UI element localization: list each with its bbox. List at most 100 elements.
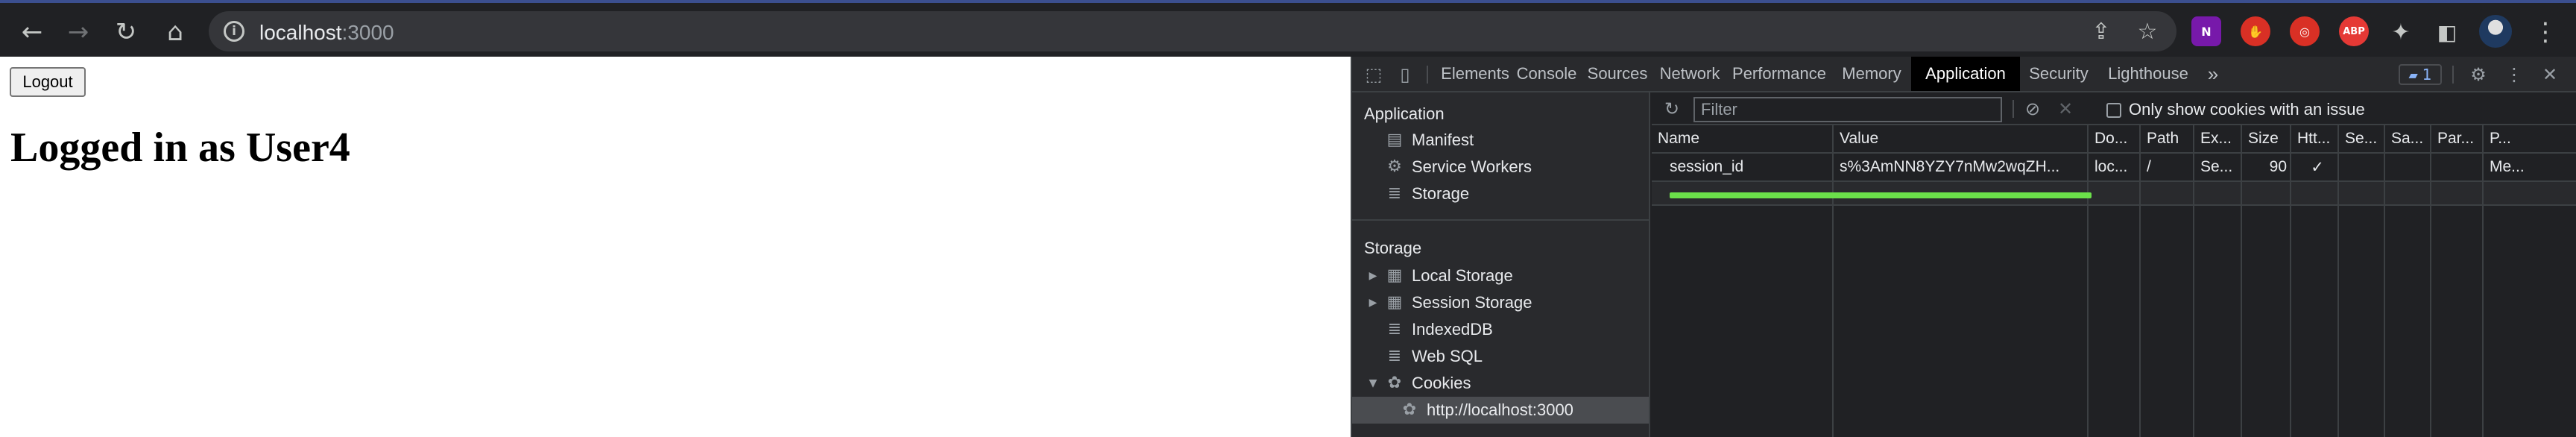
tabbar-separator	[1427, 66, 1428, 84]
home-icon: ⌂	[167, 17, 183, 47]
site-info-icon[interactable]: i	[224, 21, 244, 42]
gear-icon: ⚙	[1387, 157, 1402, 176]
column-header-domain[interactable]: Do...	[2089, 125, 2139, 152]
column-header-size[interactable]: Size	[2242, 125, 2290, 152]
cookie-value-cell[interactable]: s%3AmNN8YZY7nMw2wqZH...	[1834, 154, 2087, 180]
forward-button[interactable]: →	[60, 13, 97, 51]
tab-lighthouse[interactable]: Lighthouse	[2097, 57, 2199, 91]
close-icon[interactable]: ✕	[2539, 63, 2561, 86]
message-icon: ▰	[2408, 67, 2418, 82]
avatar[interactable]	[2479, 15, 2512, 48]
more-tabs-button[interactable]: »	[2202, 57, 2224, 91]
sidebar-item-label: Service Workers	[1412, 157, 1532, 176]
sidebar-item-cookie-origin[interactable]: ✿ http://localhost:3000	[1352, 397, 1649, 424]
refresh-icon[interactable]: ↻	[1661, 98, 1683, 120]
tab-application[interactable]: Application	[1911, 57, 2020, 91]
extensions-puzzle-icon[interactable]: ✦	[2382, 13, 2419, 51]
gear-icon[interactable]: ⚙	[2467, 63, 2490, 86]
tab-elements[interactable]: Elements	[1439, 57, 1512, 91]
column-header-partition-key[interactable]: Par...	[2431, 125, 2482, 152]
expand-arrow-icon[interactable]: ▶	[1367, 268, 1379, 283]
sidebar-item-indexeddb[interactable]: ≣ IndexedDB	[1352, 316, 1649, 343]
side-panel-icon[interactable]: ◧	[2428, 13, 2466, 51]
row-divider	[1652, 204, 2576, 206]
star-icon[interactable]: ☆	[2133, 17, 2162, 45]
sidebar-item-label: Session Storage	[1412, 293, 1532, 312]
chrome-menu-icon[interactable]: ⋮	[2527, 13, 2564, 51]
sidebar-item-web-sql[interactable]: ≣ Web SQL	[1352, 343, 1649, 370]
stop-extension-icon[interactable]: ✋	[2241, 16, 2270, 46]
web-page: Logout Logged in as User4	[0, 57, 1351, 437]
sidebar-item-manifest[interactable]: ▤ Manifest	[1352, 127, 1649, 154]
highlight-annotation-bar	[1670, 192, 2092, 198]
sidebar-item-session-storage[interactable]: ▶ ▦ Session Storage	[1352, 289, 1649, 316]
back-button[interactable]: ←	[13, 13, 51, 51]
reload-icon: ↻	[115, 17, 137, 47]
tab-network[interactable]: Network	[1653, 57, 1726, 91]
browser-toolbar: ← → ↻ ⌂ i localhost:3000 ⇪ ☆ N ✋ ◎ ABP ✦…	[0, 0, 2576, 57]
cookie-priority-cell[interactable]: Me...	[2484, 154, 2533, 180]
filter-input[interactable]: Filter	[1693, 97, 2002, 122]
address-bar[interactable]: i localhost:3000 ⇪ ☆	[209, 11, 2176, 51]
tab-memory[interactable]: Memory	[1832, 57, 1911, 91]
logout-button[interactable]: Logout	[10, 67, 86, 97]
column-header-expires[interactable]: Ex...	[2194, 125, 2241, 152]
column-header-value[interactable]: Value	[1834, 125, 2087, 152]
clear-filtered-icon[interactable]: ⊘	[2021, 98, 2044, 120]
filter-placeholder: Filter	[1701, 100, 1737, 119]
inspect-element-icon[interactable]: ⬚	[1363, 63, 1385, 86]
column-header-path[interactable]: Path	[2141, 125, 2193, 152]
tab-sources[interactable]: Sources	[1582, 57, 1653, 91]
column-header-secure[interactable]: Se...	[2339, 125, 2384, 152]
cookie-samesite-cell[interactable]	[2385, 154, 2430, 180]
sidebar-item-storage[interactable]: ≣ Storage	[1352, 180, 1649, 207]
cookie-name-cell[interactable]: session_id	[1664, 154, 1832, 180]
kebab-menu-icon[interactable]: ⋮	[2503, 63, 2525, 86]
url-text[interactable]: localhost:3000	[259, 21, 394, 45]
tab-security[interactable]: Security	[2020, 57, 2097, 91]
cookie-icon: ✿	[1387, 373, 1402, 392]
cookie-partition-key-cell[interactable]	[2431, 154, 2482, 180]
column-header-priority[interactable]: P...	[2484, 125, 2528, 152]
only-issues-checkbox[interactable]	[2106, 103, 2121, 118]
tab-performance[interactable]: Performance	[1726, 57, 1832, 91]
column-header-samesite[interactable]: Sa...	[2385, 125, 2430, 152]
row-divider	[1652, 180, 2576, 182]
share-icon[interactable]: ⇪	[2087, 17, 2115, 45]
document-icon: ▤	[1386, 130, 1403, 149]
cookie-httponly-cell[interactable]: ✓	[2291, 154, 2337, 180]
cookie-icon: ✿	[1402, 400, 1417, 419]
expand-arrow-icon[interactable]: ▶	[1367, 295, 1379, 310]
reload-button[interactable]: ↻	[107, 13, 145, 51]
tab-console[interactable]: Console	[1512, 57, 1582, 91]
cookie-secure-cell[interactable]	[2339, 154, 2384, 180]
home-button[interactable]: ⌂	[157, 13, 194, 51]
cookie-toolbar: ↻ Filter ⊘ ✕ Only show cookies with an i…	[1652, 92, 2576, 125]
grid-table-icon: ▦	[1386, 292, 1403, 312]
sidebar-item-local-storage[interactable]: ▶ ▦ Local Storage	[1352, 262, 1649, 289]
delete-selected-icon[interactable]: ✕	[2054, 98, 2077, 120]
devtools-panel: ⬚ ▯ Elements Console Sources Network Per…	[1351, 57, 2576, 437]
sidebar-item-cookies[interactable]: ▼ ✿ Cookies	[1352, 370, 1649, 397]
sidebar-item-label: Storage	[1412, 184, 1470, 203]
collapse-arrow-icon[interactable]: ▼	[1367, 376, 1379, 391]
cookie-expires-cell[interactable]: Se...	[2194, 154, 2241, 180]
adblock-plus-extension-icon[interactable]: ABP	[2339, 16, 2369, 46]
target-extension-icon[interactable]: ◎	[2290, 16, 2320, 46]
column-header-name[interactable]: Name	[1652, 125, 1832, 152]
sidebar-heading-storage: Storage	[1364, 239, 1422, 257]
column-header-httponly[interactable]: Htt...	[2291, 125, 2337, 152]
cookie-domain-cell[interactable]: loc...	[2089, 154, 2139, 180]
issues-badge[interactable]: ▰ 1	[2399, 64, 2442, 85]
sidebar-item-label: Cookies	[1412, 374, 1471, 392]
device-toolbar-icon[interactable]: ▯	[1394, 63, 1416, 86]
database-icon: ≣	[1387, 183, 1402, 203]
sidebar-item-label: Manifest	[1412, 131, 1474, 149]
cookie-size-cell[interactable]: 90	[2242, 154, 2287, 180]
onenote-extension-icon[interactable]: N	[2191, 16, 2221, 46]
cookie-path-cell[interactable]: /	[2141, 154, 2193, 180]
tabbar-separator	[2452, 66, 2454, 84]
toolbar-separator	[2012, 100, 2014, 118]
devtools-tabbar: ⬚ ▯ Elements Console Sources Network Per…	[1352, 57, 2576, 92]
sidebar-item-service-workers[interactable]: ⚙ Service Workers	[1352, 154, 1649, 180]
